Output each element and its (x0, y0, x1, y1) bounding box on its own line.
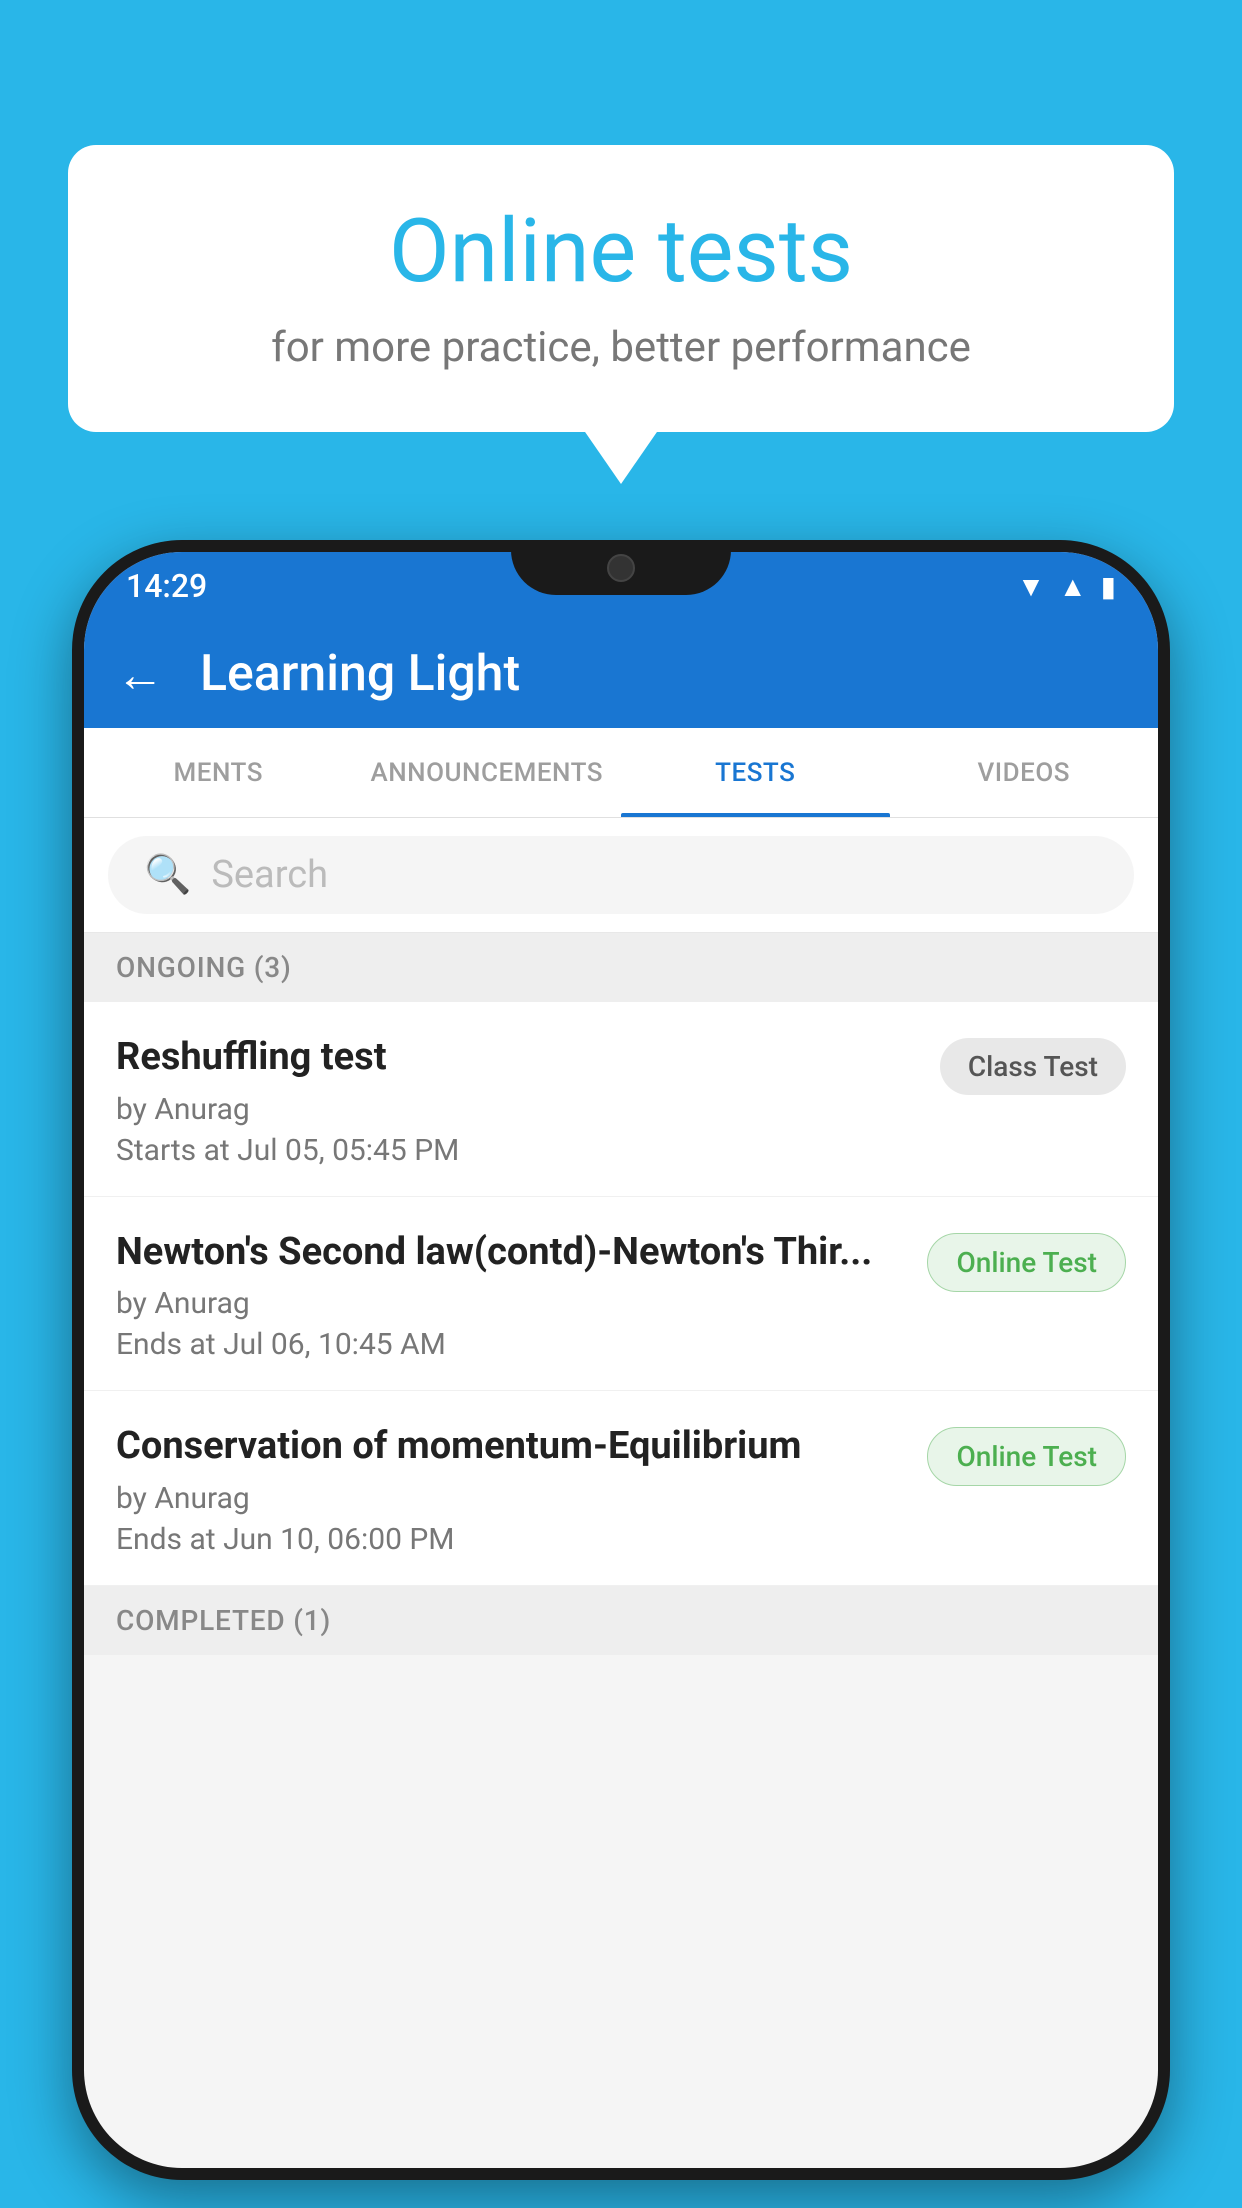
test-item[interactable]: Newton's Second law(contd)-Newton's Thir… (84, 1197, 1158, 1392)
search-box[interactable]: 🔍 Search (108, 836, 1134, 914)
test-item[interactable]: Conservation of momentum-Equilibrium by … (84, 1391, 1158, 1586)
app-bar: ← Learning Light (84, 620, 1158, 728)
tab-ments[interactable]: MENTS (84, 728, 353, 817)
tabs-container: MENTS ANNOUNCEMENTS TESTS VIDEOS (84, 728, 1158, 818)
battery-icon: ▮ (1101, 570, 1116, 603)
test-time: Ends at Jul 06, 10:45 AM (116, 1327, 907, 1362)
completed-section-title: COMPLETED (1) (116, 1604, 331, 1637)
test-time: Starts at Jul 05, 05:45 PM (116, 1133, 920, 1168)
test-item[interactable]: Reshuffling test by Anurag Starts at Jul… (84, 1002, 1158, 1197)
search-icon: 🔍 (144, 853, 191, 897)
test-author: by Anurag (116, 1092, 920, 1127)
test-list: Reshuffling test by Anurag Starts at Jul… (84, 1002, 1158, 1586)
tab-announcements[interactable]: ANNOUNCEMENTS (353, 728, 622, 817)
ongoing-section-header: ONGOING (3) (84, 933, 1158, 1002)
test-author: by Anurag (116, 1481, 907, 1516)
status-time: 14:29 (126, 567, 207, 605)
search-input[interactable]: Search (211, 853, 328, 897)
test-badge-online-2: Online Test (927, 1427, 1126, 1486)
test-badge-online: Online Test (927, 1233, 1126, 1292)
test-info: Conservation of momentum-Equilibrium by … (116, 1423, 907, 1557)
test-info: Newton's Second law(contd)-Newton's Thir… (116, 1229, 907, 1363)
test-badge-class: Class Test (940, 1038, 1126, 1095)
ongoing-section-title: ONGOING (3) (116, 951, 292, 984)
test-author: by Anurag (116, 1286, 907, 1321)
bubble-subtitle: for more practice, better performance (128, 323, 1114, 372)
phone-screen: 14:29 ▼ ▲ ▮ ← Learning Light MENTS ANNOU… (84, 552, 1158, 2168)
test-name: Newton's Second law(contd)-Newton's Thir… (116, 1229, 907, 1277)
test-time: Ends at Jun 10, 06:00 PM (116, 1522, 907, 1557)
camera-icon (607, 554, 635, 582)
test-name: Conservation of momentum-Equilibrium (116, 1423, 907, 1471)
app-title: Learning Light (200, 645, 520, 703)
phone-frame: 14:29 ▼ ▲ ▮ ← Learning Light MENTS ANNOU… (72, 540, 1170, 2180)
test-name: Reshuffling test (116, 1034, 920, 1082)
speech-bubble: Online tests for more practice, better p… (68, 145, 1174, 432)
test-info: Reshuffling test by Anurag Starts at Jul… (116, 1034, 920, 1168)
status-icons: ▼ ▲ ▮ (1017, 570, 1116, 603)
search-container: 🔍 Search (84, 818, 1158, 933)
phone-wrapper: 14:29 ▼ ▲ ▮ ← Learning Light MENTS ANNOU… (72, 540, 1170, 2208)
tab-videos[interactable]: VIDEOS (890, 728, 1159, 817)
wifi-icon: ▼ (1017, 570, 1045, 603)
speech-bubble-container: Online tests for more practice, better p… (68, 145, 1174, 432)
phone-notch (511, 540, 731, 595)
completed-section-header: COMPLETED (1) (84, 1586, 1158, 1655)
signal-icon: ▲ (1059, 570, 1087, 603)
back-button[interactable]: ← (116, 646, 164, 703)
bubble-title: Online tests (128, 200, 1114, 303)
tab-tests[interactable]: TESTS (621, 728, 890, 817)
